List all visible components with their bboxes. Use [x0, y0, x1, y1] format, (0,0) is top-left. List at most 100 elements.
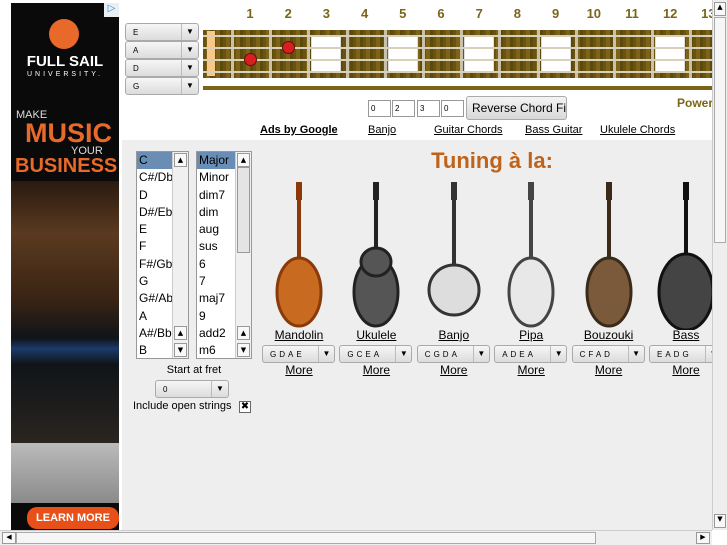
chevron-down-icon: ▼	[318, 346, 334, 362]
bouzouki-image[interactable]	[571, 180, 647, 330]
start-fret-select[interactable]: 0 ▼	[155, 380, 229, 398]
chevron-down-icon: ▼	[181, 42, 198, 58]
scrollbar[interactable]: ▲ ▲ ▼	[235, 152, 251, 358]
select-value: EADG	[657, 350, 692, 359]
ad-brand: FULL SAIL	[26, 53, 104, 70]
fret-number: 2	[284, 6, 292, 21]
fret-inlay	[387, 36, 418, 72]
string-tuning-select[interactable]: E ▼	[125, 23, 199, 41]
scroll-down-icon[interactable]: ▼	[714, 514, 726, 528]
chevron-down-icon: ▼	[181, 60, 198, 76]
chevron-down-icon: ▼	[627, 346, 644, 362]
string-line	[203, 47, 712, 49]
chevron-down-icon: ▼	[395, 346, 411, 362]
fingering-input[interactable]	[441, 100, 464, 117]
fret-number: 12	[662, 6, 678, 21]
string-tuning-select[interactable]: A ▼	[125, 41, 199, 59]
fret-number: 3	[322, 6, 330, 21]
fret-number: 6	[437, 6, 445, 21]
fret-inlay	[464, 36, 495, 72]
open-strings-checkbox[interactable]: ✖	[239, 401, 251, 413]
powered-by-text: Power	[677, 96, 714, 110]
ad-text: BUSINESS	[15, 155, 118, 177]
instrument-tuning-select[interactable]: GDAE ▼	[262, 345, 335, 363]
scroll-up-icon[interactable]: ▲	[174, 326, 187, 340]
scroll-left-icon[interactable]: ◀	[2, 532, 16, 544]
chevron-down-icon: ▼	[550, 346, 566, 362]
fret-number: 9	[551, 6, 560, 21]
scrollbar[interactable]: ▲ ▲ ▼	[172, 152, 188, 358]
root-note-list[interactable]: C C#/Db D D#/Eb E F F#/Gb G G#/Ab A A#/Bb B ▲ ▲ ▼	[136, 151, 189, 359]
ad-link-guitar-chords[interactable]: Guitar Chords	[434, 124, 502, 136]
airplane-logo-icon	[49, 19, 79, 49]
effects-knobs-image	[11, 443, 119, 503]
chevron-down-icon: ▼	[211, 381, 228, 397]
more-link[interactable]: More	[493, 363, 569, 377]
fret-number: 1	[246, 6, 254, 21]
fret-number: 5	[399, 6, 407, 21]
more-link[interactable]: More	[338, 363, 414, 377]
ad-link-bass-guitar[interactable]: Bass Guitar	[525, 124, 582, 136]
scroll-up-icon[interactable]: ▲	[714, 2, 726, 16]
instrument-tuning-select[interactable]: ADEA ▼	[494, 345, 568, 363]
tuning-title: Tuning à la:	[431, 148, 553, 173]
string-tuning-select[interactable]: G ▼	[125, 77, 199, 95]
scroll-up-icon[interactable]: ▲	[237, 153, 250, 167]
more-link[interactable]: More	[416, 363, 492, 377]
string-tuning-select[interactable]: D ▼	[125, 59, 199, 77]
chevron-down-icon: ▼	[181, 78, 198, 94]
fret-inlay	[311, 36, 342, 72]
mandolin-image[interactable]	[261, 180, 337, 330]
scroll-down-icon[interactable]: ▼	[237, 343, 250, 357]
select-value: G	[133, 82, 140, 91]
ad-link-banjo[interactable]: Banjo	[368, 124, 396, 136]
scroll-thumb[interactable]	[714, 17, 726, 243]
fret-number: 8	[513, 6, 521, 21]
instrument-link[interactable]: Ukulele	[338, 328, 414, 342]
instrument-link[interactable]: Pipa	[493, 328, 569, 342]
select-value: E	[133, 28, 139, 37]
fingering-input[interactable]	[368, 100, 391, 117]
instrument-link[interactable]: Mandolin	[261, 328, 337, 342]
reverse-chord-finder-button[interactable]: Reverse Chord Fir	[466, 96, 567, 120]
scroll-up-icon[interactable]: ▲	[237, 326, 250, 340]
ad-brand-sub: UNIVERSITY.	[26, 71, 104, 78]
learn-more-button[interactable]: LEARN MORE	[27, 507, 119, 529]
string-line	[203, 59, 712, 61]
fret-number: 10	[586, 6, 602, 21]
instrument-tuning-select[interactable]: CGDA ▼	[416, 345, 490, 363]
adchoices-icon[interactable]: ▷	[104, 3, 119, 17]
instrument-tuning-select[interactable]: CFAD ▼	[571, 345, 645, 363]
select-value: ADEA	[502, 350, 536, 359]
ad-link-ukulele-chords[interactable]: Ukulele Chords	[600, 124, 675, 136]
instrument-link[interactable]: Banjo	[416, 328, 492, 342]
fretboard-nut	[207, 31, 215, 76]
vertical-scrollbar[interactable]: ▲ ▼	[712, 0, 727, 530]
select-value: GCEA	[347, 350, 383, 359]
scroll-thumb[interactable]	[237, 167, 250, 253]
fingering-input[interactable]	[392, 100, 415, 117]
scroll-right-icon[interactable]: ▶	[696, 532, 710, 544]
scroll-thumb[interactable]	[16, 532, 596, 544]
scroll-down-icon[interactable]: ▼	[174, 343, 187, 357]
open-strings-label: Include open strings	[133, 400, 232, 412]
ads-by-google-link[interactable]: Ads by Google	[260, 124, 338, 136]
ukulele-image[interactable]	[338, 180, 414, 330]
more-link[interactable]: More	[571, 363, 647, 377]
studio-photo	[11, 181, 119, 443]
pipa-image[interactable]	[493, 180, 569, 330]
select-value: CFAD	[579, 350, 613, 359]
fret-number: 7	[475, 6, 483, 21]
banjo-image[interactable]	[416, 180, 492, 330]
string-line	[203, 71, 712, 73]
instrument-tuning-select[interactable]: GCEA ▼	[339, 345, 413, 363]
chord-type-list[interactable]: Major Minor dim7 dim aug sus 6 7 maj7 9 add2 m6 ▲ ▲ ▼	[196, 151, 252, 359]
fingering-input[interactable]	[417, 100, 440, 117]
start-fret-label: Start at fret	[166, 364, 222, 376]
advertisement-banner[interactable]: FULL SAIL UNIVERSITY. MAKE MUSIC YOUR BU…	[11, 3, 119, 533]
string-line	[203, 35, 712, 37]
horizontal-scrollbar[interactable]: ◀ ▶	[0, 530, 712, 545]
more-link[interactable]: More	[261, 363, 337, 377]
instrument-link[interactable]: Bouzouki	[571, 328, 647, 342]
scroll-up-icon[interactable]: ▲	[174, 153, 187, 167]
